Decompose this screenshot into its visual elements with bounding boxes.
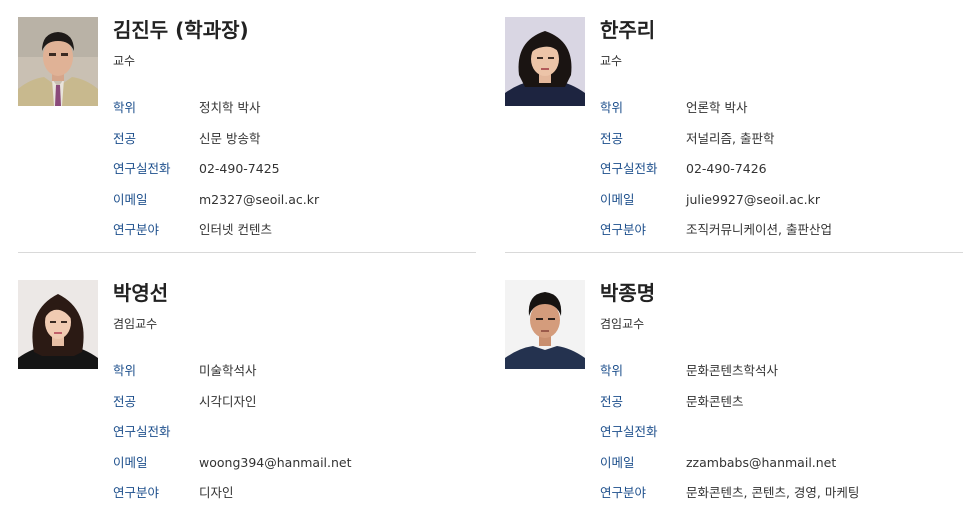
degree-label: 학위 — [600, 100, 624, 115]
professor-name: 박종명 — [600, 281, 656, 305]
phone-label: 연구실전화 — [113, 161, 171, 176]
email-row: 이메일 woong394@hanmail.net — [113, 454, 478, 485]
phone-value: 02-490-7425 — [199, 161, 280, 176]
major-label: 전공 — [113, 130, 137, 146]
major-value: 문화콘텐츠 — [686, 393, 744, 409]
major-value: 시각디자인 — [199, 393, 257, 409]
professor-position: 겸임교수 — [600, 317, 645, 331]
email-label: 이메일 — [113, 191, 148, 207]
email-value: woong394@hanmail.net — [199, 454, 352, 470]
degree-row: 학위 미술학석사 — [113, 362, 478, 393]
portrait-image — [18, 280, 98, 369]
field-value: 인터넷 컨텐츠 — [199, 222, 272, 237]
degree-label: 학위 — [600, 363, 624, 378]
degree-row: 학위 언론학 박사 — [600, 99, 965, 130]
degree-value: 문화콘텐츠학석사 — [686, 363, 779, 378]
professor-position: 교수 — [600, 54, 623, 68]
professor-card: 박영선 겸임교수 학위 미술학석사 전공 시각디자인 연구실전화 이메일 woo… — [18, 280, 478, 520]
email-label: 이메일 — [600, 191, 635, 207]
degree-row: 학위 문화콘텐츠학석사 — [600, 362, 965, 393]
portrait-image — [18, 17, 98, 106]
field-label: 연구분야 — [600, 222, 647, 237]
professor-position: 겸임교수 — [113, 317, 158, 331]
degree-label: 학위 — [113, 100, 137, 115]
professor-details: 학위 정치학 박사 전공 신문 방송학 연구실전화 02-490-7425 이메… — [113, 99, 478, 252]
phone-label: 연구실전화 — [600, 424, 658, 439]
professor-photo — [505, 280, 585, 369]
portrait-image — [505, 280, 585, 369]
field-row: 연구분야 디자인 — [113, 484, 478, 515]
phone-row: 연구실전화 02-490-7425 — [113, 160, 478, 191]
phone-row: 연구실전화 — [113, 423, 478, 454]
email-value: julie9927@seoil.ac.kr — [686, 191, 820, 207]
professor-card: 김진두 (학과장) 교수 학위 정치학 박사 전공 신문 방송학 연구실전화 0… — [18, 17, 478, 257]
major-row: 전공 저널리즘, 출판학 — [600, 130, 965, 161]
field-row: 연구분야 인터넷 컨텐츠 — [113, 221, 478, 252]
major-value: 저널리즘, 출판학 — [686, 130, 775, 146]
professor-photo — [505, 17, 585, 106]
field-value: 조직커뮤니케이션, 출판산업 — [686, 222, 832, 237]
email-value: zzambabs@hanmail.net — [686, 454, 837, 470]
phone-value: 02-490-7426 — [686, 161, 767, 176]
professor-photo — [18, 17, 98, 106]
professor-name: 한주리 — [600, 18, 656, 42]
professor-details: 학위 언론학 박사 전공 저널리즘, 출판학 연구실전화 02-490-7426… — [600, 99, 965, 252]
field-label: 연구분야 — [113, 485, 160, 500]
major-label: 전공 — [113, 393, 137, 409]
field-value: 디자인 — [199, 485, 234, 500]
divider — [505, 252, 963, 253]
email-row: 이메일 m2327@seoil.ac.kr — [113, 191, 478, 222]
portrait-image — [505, 17, 585, 106]
professor-name: 김진두 (학과장) — [113, 18, 249, 42]
major-row: 전공 신문 방송학 — [113, 130, 478, 161]
phone-row: 연구실전화 — [600, 423, 965, 454]
email-value: m2327@seoil.ac.kr — [199, 191, 320, 207]
phone-label: 연구실전화 — [113, 424, 171, 439]
professor-card: 한주리 교수 학위 언론학 박사 전공 저널리즘, 출판학 연구실전화 02-4… — [505, 17, 965, 257]
professor-position: 교수 — [113, 54, 136, 68]
field-label: 연구분야 — [113, 222, 160, 237]
major-row: 전공 시각디자인 — [113, 393, 478, 424]
professor-name: 박영선 — [113, 281, 169, 305]
degree-value: 언론학 박사 — [686, 100, 748, 115]
phone-label: 연구실전화 — [600, 161, 658, 176]
email-row: 이메일 zzambabs@hanmail.net — [600, 454, 965, 485]
email-label: 이메일 — [600, 454, 635, 470]
divider — [18, 252, 476, 253]
field-row: 연구분야 문화콘텐츠, 콘텐츠, 경영, 마케팅 — [600, 484, 965, 515]
field-value: 문화콘텐츠, 콘텐츠, 경영, 마케팅 — [686, 485, 860, 500]
degree-label: 학위 — [113, 363, 137, 378]
field-label: 연구분야 — [600, 485, 647, 500]
degree-value: 미술학석사 — [199, 363, 257, 378]
professor-photo — [18, 280, 98, 369]
phone-row: 연구실전화 02-490-7426 — [600, 160, 965, 191]
major-value: 신문 방송학 — [199, 130, 261, 146]
major-row: 전공 문화콘텐츠 — [600, 393, 965, 424]
professor-card: 박종명 겸임교수 학위 문화콘텐츠학석사 전공 문화콘텐츠 연구실전화 이메일 … — [505, 280, 965, 520]
major-label: 전공 — [600, 393, 624, 409]
degree-value: 정치학 박사 — [199, 100, 261, 115]
professor-details: 학위 미술학석사 전공 시각디자인 연구실전화 이메일 woong394@han… — [113, 362, 478, 515]
professor-details: 학위 문화콘텐츠학석사 전공 문화콘텐츠 연구실전화 이메일 zzambabs@… — [600, 362, 965, 515]
email-label: 이메일 — [113, 454, 148, 470]
email-row: 이메일 julie9927@seoil.ac.kr — [600, 191, 965, 222]
field-row: 연구분야 조직커뮤니케이션, 출판산업 — [600, 221, 965, 252]
degree-row: 학위 정치학 박사 — [113, 99, 478, 130]
major-label: 전공 — [600, 130, 624, 146]
